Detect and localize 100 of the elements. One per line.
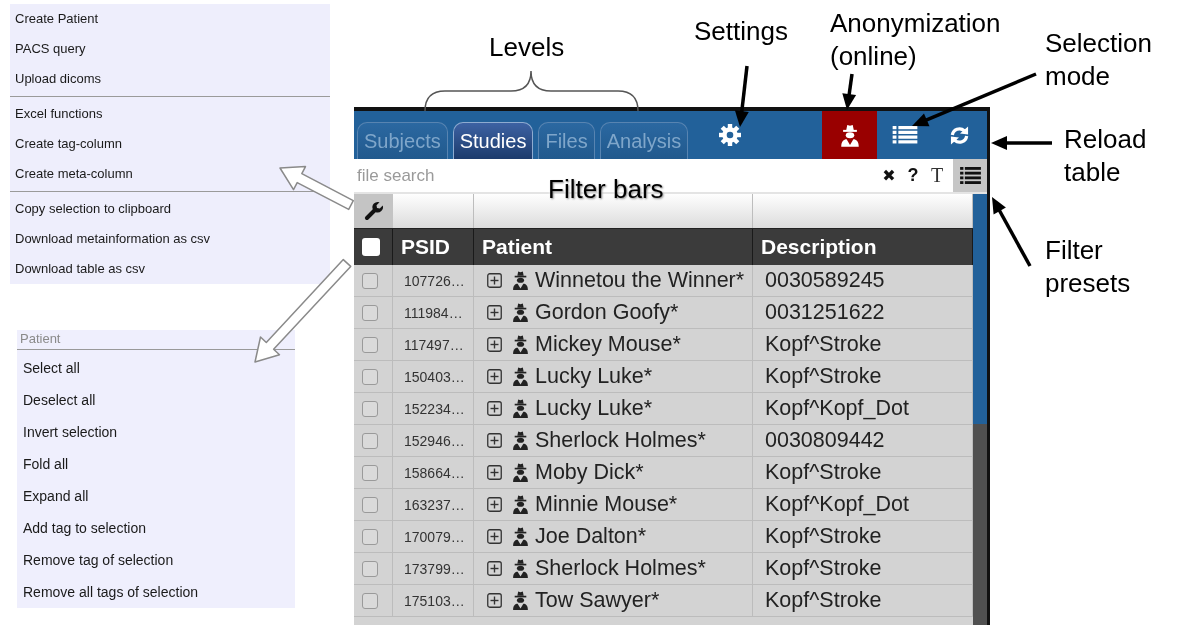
- row-checkbox[interactable]: [362, 592, 378, 609]
- expand-icon[interactable]: [487, 305, 502, 320]
- menu-item[interactable]: Select all: [17, 352, 295, 384]
- expand-icon[interactable]: [487, 497, 502, 512]
- hat-person-icon: [512, 303, 529, 322]
- patient-name: Moby Dick*: [535, 460, 644, 485]
- row-checkbox[interactable]: [362, 464, 378, 481]
- expand-icon[interactable]: [487, 273, 502, 288]
- patient-name: Winnetou the Winner*: [535, 268, 745, 293]
- callout-arrow: [842, 73, 857, 110]
- scrollbar-thumb[interactable]: [973, 194, 987, 424]
- menu-item[interactable]: Expand all: [17, 480, 295, 512]
- wrench-icon: [363, 201, 384, 221]
- hat-person-icon: [512, 399, 529, 418]
- row-checkbox[interactable]: [362, 336, 378, 353]
- hat-person-icon: [512, 527, 529, 546]
- menu-item[interactable]: Fold all: [17, 448, 295, 480]
- menu-item[interactable]: PACS query: [10, 34, 330, 64]
- select-all-checkbox[interactable]: [362, 238, 380, 256]
- callout-label: Selection mode: [1045, 27, 1153, 93]
- table-cell: 175103…: [393, 585, 474, 617]
- expand-icon[interactable]: [487, 465, 502, 480]
- row-checkbox[interactable]: [362, 432, 378, 449]
- table-cell: 163237…: [393, 489, 474, 521]
- list-icon: [959, 167, 981, 184]
- hat-person-icon: [512, 271, 529, 290]
- row-checkbox[interactable]: [362, 560, 378, 577]
- patient-name: Sherlock Holmes*: [535, 428, 706, 453]
- expand-icon[interactable]: [487, 593, 502, 608]
- menu-item[interactable]: Create meta-column: [10, 159, 330, 189]
- patient-name: Sherlock Holmes*: [535, 556, 706, 581]
- menu-item[interactable]: Remove all tags of selection: [17, 576, 295, 608]
- row-checkbox[interactable]: [362, 304, 378, 321]
- hat-person-icon: [512, 591, 529, 610]
- clear-button[interactable]: ✖: [877, 159, 901, 192]
- expand-icon[interactable]: [487, 433, 502, 448]
- table-cell: 173799…: [393, 553, 474, 585]
- settings-icon[interactable]: [719, 124, 742, 146]
- table-cell: 158664…: [393, 457, 474, 489]
- expand-icon[interactable]: [487, 529, 502, 544]
- column-header[interactable]: Patient: [474, 229, 753, 265]
- row-checkbox[interactable]: [362, 272, 378, 289]
- menu-item[interactable]: Upload dicoms: [10, 64, 330, 94]
- table-cell: 107726…: [393, 265, 474, 297]
- hat-person-icon: [839, 123, 860, 147]
- callout-label: Levels: [489, 31, 566, 64]
- menu-item[interactable]: Invert selection: [17, 416, 295, 448]
- menu-item[interactable]: Excel functions: [10, 99, 330, 129]
- text-button[interactable]: T: [925, 159, 949, 192]
- menu-item[interactable]: Copy selection to clipboard: [10, 194, 330, 224]
- menu-item[interactable]: Create tag-column: [10, 129, 330, 159]
- patient-name: Joe Dalton*: [535, 524, 647, 549]
- filter-field[interactable]: [753, 194, 973, 228]
- filter-presets-button[interactable]: [953, 159, 987, 192]
- callout-arrow: [734, 65, 749, 127]
- anonymization-button[interactable]: [822, 111, 877, 159]
- table-cell: 150403…: [393, 361, 474, 393]
- row-checkbox[interactable]: [362, 400, 378, 417]
- scrollbar[interactable]: [973, 194, 987, 625]
- expand-icon[interactable]: [487, 337, 502, 352]
- hat-person-icon: [512, 367, 529, 386]
- filter-field[interactable]: [393, 194, 474, 228]
- table-cell: 152234…: [393, 393, 474, 425]
- column-header[interactable]: PSID: [393, 229, 474, 265]
- hat-person-icon: [512, 431, 529, 450]
- row-checkbox[interactable]: [362, 528, 378, 545]
- patient-name: Lucky Luke*: [535, 396, 653, 421]
- hat-person-icon: [512, 463, 529, 482]
- table-cell: 117497…: [393, 329, 474, 361]
- row-checkbox[interactable]: [362, 368, 378, 385]
- callout-label: Reload table: [1064, 123, 1148, 189]
- level-tab[interactable]: Studies: [452, 122, 534, 159]
- callout-label: Settings: [694, 15, 789, 48]
- callout-arrow: [991, 136, 1052, 150]
- table-cell: 152946…: [393, 425, 474, 457]
- menu-heading: Patient: [19, 330, 62, 348]
- list-icon[interactable]: [891, 125, 918, 145]
- menu-item[interactable]: Deselect all: [17, 384, 295, 416]
- expand-icon[interactable]: [487, 401, 502, 416]
- help-button[interactable]: ?: [901, 159, 925, 192]
- expand-icon[interactable]: [487, 369, 502, 384]
- refresh-icon[interactable]: [949, 124, 970, 146]
- expand-icon[interactable]: [487, 561, 502, 576]
- patient-name: Tow Sawyer*: [535, 588, 660, 613]
- menu-item[interactable]: Create Patient: [10, 4, 330, 34]
- hat-person-icon: [512, 559, 529, 578]
- menu-item[interactable]: Download table as csv: [10, 254, 330, 284]
- patient-name: Lucky Luke*: [535, 364, 653, 389]
- menu-item[interactable]: Add tag to selection: [17, 512, 295, 544]
- table-cell: 170079…: [393, 521, 474, 553]
- patient-name: Mickey Mouse*: [535, 332, 681, 357]
- patient-name: Gordon Goofy*: [535, 300, 679, 325]
- patient-name: Minnie Mouse*: [535, 492, 678, 517]
- callout-arrow: [992, 197, 1032, 267]
- hat-person-icon: [512, 335, 529, 354]
- menu-item[interactable]: Download metainformation as csv: [10, 224, 330, 254]
- tools-button[interactable]: [354, 194, 393, 228]
- menu-item[interactable]: Remove tag of selection: [17, 544, 295, 576]
- row-checkbox[interactable]: [362, 496, 378, 513]
- table-cell: 111984…: [393, 297, 474, 329]
